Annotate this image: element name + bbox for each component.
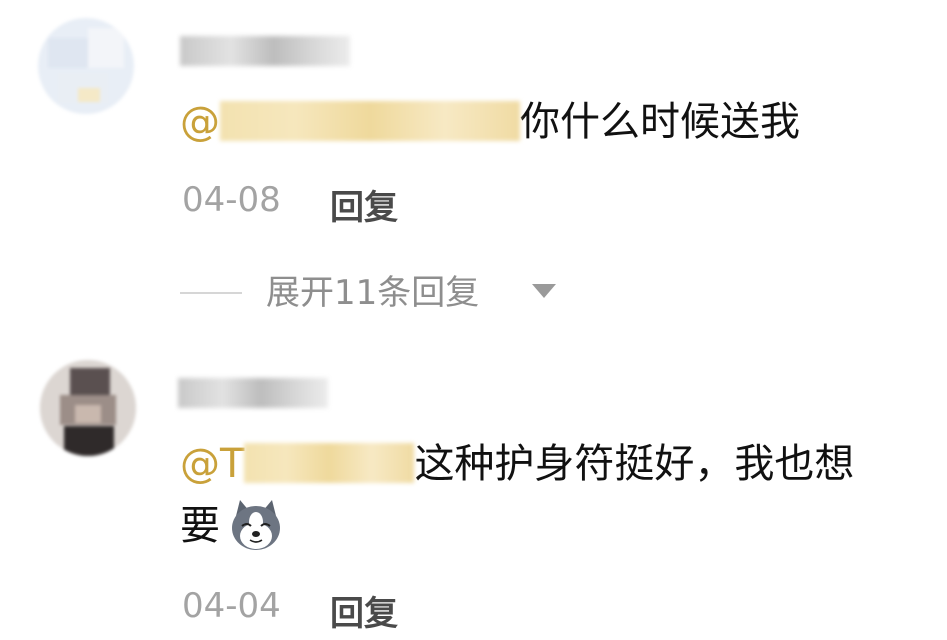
mention-name-blurred[interactable] [244,443,415,483]
expand-replies-label: 展开11条回复 [266,273,480,313]
mention-name-blurred[interactable] [220,101,520,141]
divider-line [180,292,242,294]
reply-button[interactable]: 回复 [330,180,398,229]
avatar[interactable] [40,360,136,456]
comment-body: 这种护身符挺好，我也想 [414,441,855,487]
mention-prefix[interactable]: @T [180,441,244,487]
username-blurred[interactable] [180,36,350,66]
expand-replies-button[interactable]: 展开11条回复 [180,268,600,318]
comment-body-line2: 要 [180,503,220,549]
mention-prefix[interactable]: @ [180,99,220,145]
comment-text: @T 这种护身符挺好，我也想 [180,438,854,490]
triangle-down-icon [532,284,556,298]
comment-text: @ 你什么时候送我 [180,96,800,148]
comment-text-continued: 要 [180,500,220,552]
avatar[interactable] [38,18,134,114]
reply-button[interactable]: 回复 [330,586,398,635]
comment-date: 04-04 [182,586,281,626]
dog-face-emoji [232,500,280,550]
username-blurred[interactable] [178,378,328,408]
comment-date: 04-08 [182,180,281,220]
comment-body: 你什么时候送我 [520,99,800,145]
